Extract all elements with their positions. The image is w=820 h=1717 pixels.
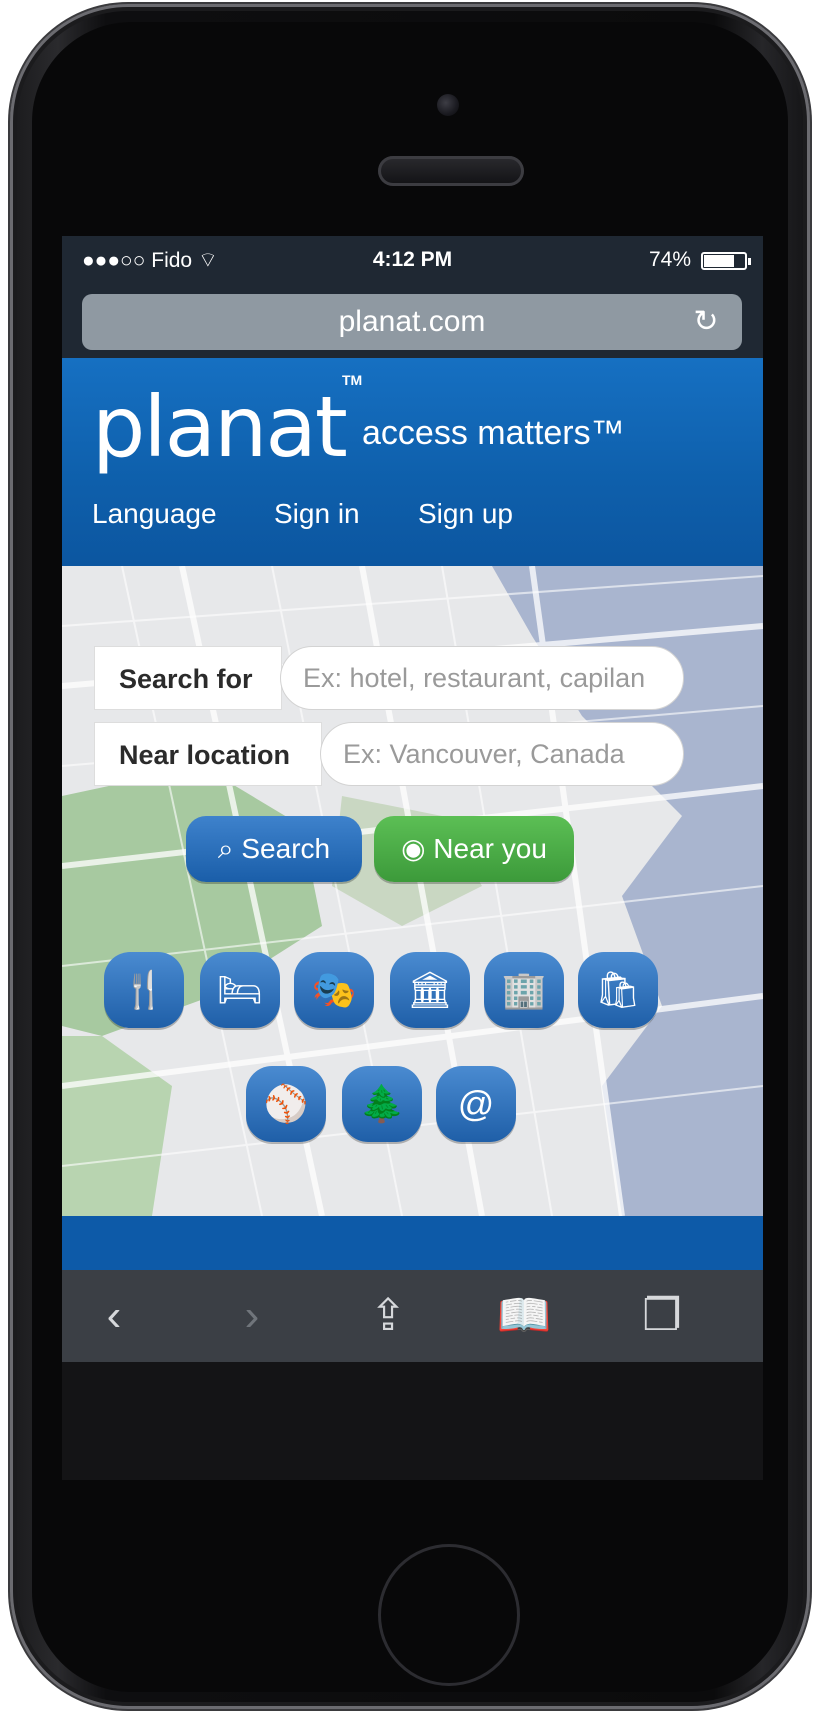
browser-toolbar: ‹ › ⇪ 📖 ❐ xyxy=(62,1270,763,1362)
speaker-grille xyxy=(378,156,524,186)
url-text: planat.com xyxy=(338,305,486,338)
category-internet-button[interactable]: @ xyxy=(436,1066,516,1142)
status-bar: ●●●○○ Fido ⌔ 4:12 PM 74% xyxy=(62,236,763,286)
tagline: access matters™ xyxy=(362,414,625,452)
category-sports-button[interactable]: ⚾ xyxy=(246,1066,326,1142)
near-location-input[interactable]: Ex: Vancouver, Canada xyxy=(320,722,684,786)
tabs-icon[interactable]: ❐ xyxy=(632,1288,692,1344)
site-header: planat TM access matters™ Language Sign … xyxy=(62,358,763,566)
reload-icon[interactable]: ↻ xyxy=(686,294,726,350)
screen-bottom xyxy=(62,1362,763,1480)
nav-sign-up[interactable]: Sign up xyxy=(418,498,513,530)
restaurant-icon: 🍴 xyxy=(121,969,167,1010)
target-icon: ◉ xyxy=(401,833,434,864)
site-nav: Language Sign in Sign up xyxy=(62,498,763,558)
search-for-label: Search for xyxy=(94,646,282,710)
site-footer-bar xyxy=(62,1216,763,1270)
category-park-button[interactable]: 🌲 xyxy=(342,1066,422,1142)
url-bar[interactable]: planat.com ↻ xyxy=(82,294,742,350)
map-background[interactable]: Search for Ex: hotel, restaurant, capila… xyxy=(62,566,763,1216)
search-icon: ⌕ xyxy=(217,833,242,864)
near-you-button[interactable]: ◉ Near you xyxy=(374,816,574,882)
logo-trademark: TM xyxy=(342,372,363,388)
battery-percent: 74% xyxy=(648,248,691,271)
sports-icon: ⚾ xyxy=(263,1083,309,1124)
internet-icon: @ xyxy=(457,1083,495,1124)
browser-url-area: planat.com ↻ xyxy=(62,286,763,358)
back-icon[interactable]: ‹ xyxy=(84,1288,144,1344)
category-restaurant-button[interactable]: 🍴 xyxy=(104,952,184,1028)
nav-sign-in[interactable]: Sign in xyxy=(274,498,360,530)
category-theater-button[interactable]: 🎭 xyxy=(294,952,374,1028)
camera-icon xyxy=(437,94,459,116)
shopping-icon: 🛍 xyxy=(595,969,641,1010)
search-button-label: Search xyxy=(241,833,331,864)
category-building-button[interactable]: 🏢 xyxy=(484,952,564,1028)
bookmarks-icon[interactable]: 📖 xyxy=(494,1288,554,1344)
category-hotel-button[interactable]: 🛏 xyxy=(200,952,280,1028)
near-you-button-label: Near you xyxy=(433,833,547,864)
category-shopping-button[interactable]: 🛍 xyxy=(578,952,658,1028)
nav-language[interactable]: Language xyxy=(92,498,217,530)
park-icon: 🌲 xyxy=(359,1083,405,1124)
category-museum-button[interactable]: 🏛 xyxy=(390,952,470,1028)
near-location-row: Near location Ex: Vancouver, Canada xyxy=(94,722,714,786)
museum-icon: 🏛 xyxy=(407,969,453,1010)
hotel-icon: 🛏 xyxy=(217,969,263,1010)
forward-icon[interactable]: › xyxy=(222,1288,282,1344)
search-for-row: Search for Ex: hotel, restaurant, capila… xyxy=(94,646,714,710)
home-button[interactable] xyxy=(378,1544,520,1686)
phone-screen: ●●●○○ Fido ⌔ 4:12 PM 74% planat.com ↻ pl… xyxy=(62,236,763,1480)
search-for-input[interactable]: Ex: hotel, restaurant, capilan xyxy=(280,646,684,710)
theater-icon: 🎭 xyxy=(311,969,357,1010)
near-location-label: Near location xyxy=(94,722,322,786)
share-icon[interactable]: ⇪ xyxy=(358,1288,418,1344)
search-button[interactable]: ⌕ Search xyxy=(186,816,362,882)
battery-icon xyxy=(701,252,751,270)
planat-logo[interactable]: planat xyxy=(92,378,348,476)
building-icon: 🏢 xyxy=(501,969,547,1010)
